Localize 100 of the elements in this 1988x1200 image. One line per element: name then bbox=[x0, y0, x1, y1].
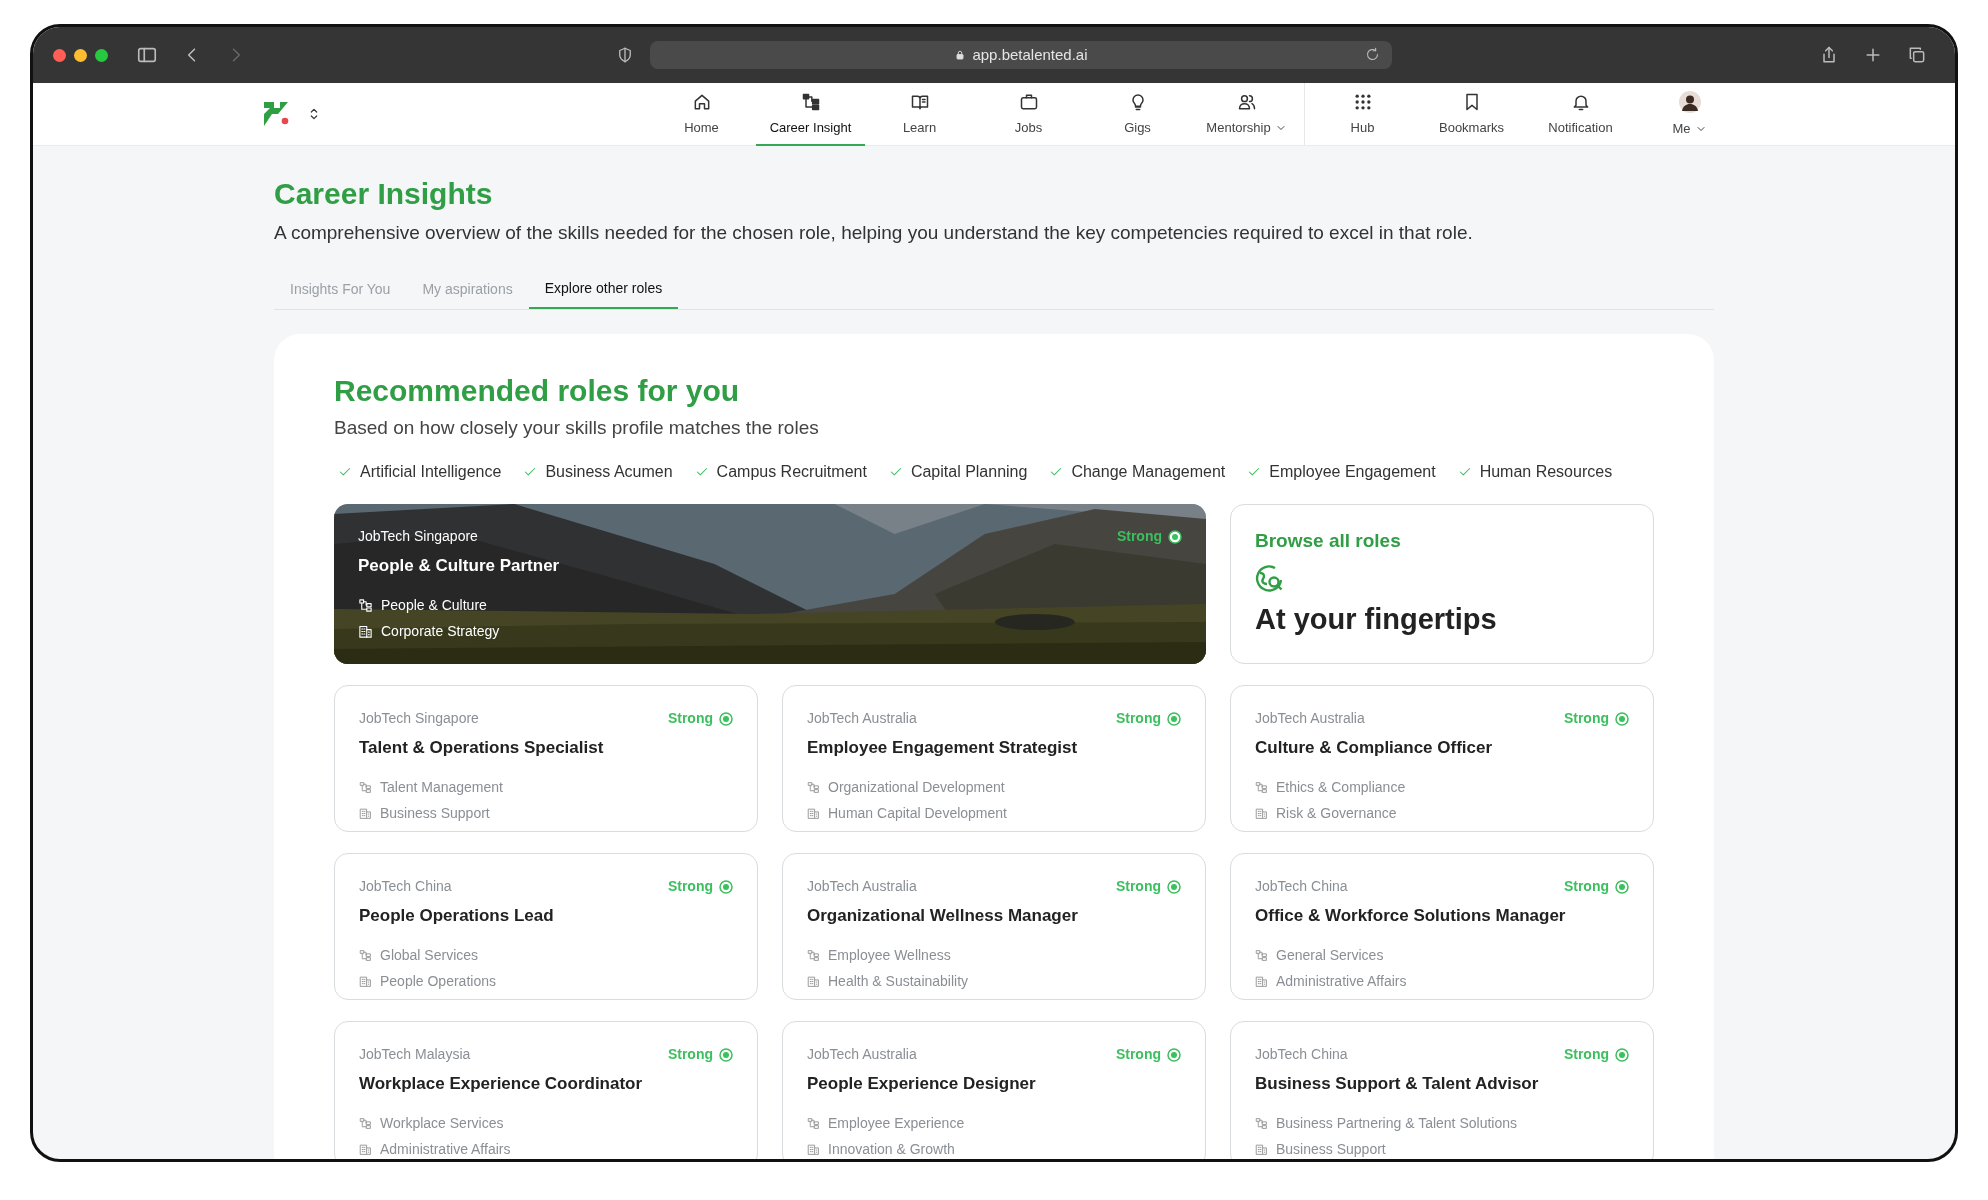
logo-icon bbox=[264, 102, 290, 126]
building-icon bbox=[359, 974, 372, 988]
role-card[interactable]: JobTech China Strong Business Support & Talent Advisor Business Partnering & Talent Solutions Business Support bbox=[1230, 1021, 1654, 1159]
skill-label: Campus Recruitment bbox=[716, 462, 867, 482]
role-category: Organizational Development bbox=[828, 777, 1005, 797]
avatar-icon bbox=[1678, 90, 1701, 113]
company-name: JobTech Australia bbox=[807, 1045, 917, 1064]
check-icon bbox=[1247, 465, 1262, 479]
radio-dot-icon bbox=[1167, 879, 1181, 894]
radio-dot-icon bbox=[1615, 711, 1629, 726]
role-title: People Operations Lead bbox=[359, 905, 555, 927]
maximize-window-button[interactable] bbox=[95, 48, 108, 62]
match-strength: Strong bbox=[667, 1045, 713, 1064]
role-category: Workplace Services bbox=[380, 1113, 504, 1133]
radio-dot-icon bbox=[1167, 711, 1181, 726]
role-category: Ethics & Compliance bbox=[1276, 777, 1406, 797]
role-card[interactable]: JobTech Australia Strong Organizational Wellness Manager Employee Wellness Health & Sustainability bbox=[782, 853, 1206, 1000]
nav-tab[interactable]: Me bbox=[1635, 83, 1744, 146]
company-name: JobTech China bbox=[1255, 1045, 1348, 1064]
role-category: General Services bbox=[1276, 945, 1384, 965]
role-card[interactable]: JobTech Singapore Strong Talent & Operations Specialist Talent Management Business Support bbox=[334, 685, 758, 832]
building-icon bbox=[1255, 1142, 1268, 1156]
minimize-window-button[interactable] bbox=[74, 48, 87, 62]
match-strength: Strong bbox=[1115, 709, 1161, 728]
role-card[interactable]: JobTech China Strong People Operations Lead Global Services People Operations bbox=[334, 853, 758, 1000]
role-card[interactable]: JobTech Australia Strong Employee Engagement Strategist Organizational Development Human Capital Development bbox=[782, 685, 1206, 832]
building-icon bbox=[1255, 974, 1268, 988]
company-name: JobTech Malaysia bbox=[359, 1045, 471, 1064]
building-icon bbox=[358, 623, 373, 639]
role-card[interactable]: JobTech Australia Strong People Experience Designer Employee Experience Innovation & Growth bbox=[782, 1021, 1206, 1159]
match-strength: Strong bbox=[1116, 527, 1162, 546]
radio-dot-icon bbox=[1167, 1047, 1181, 1062]
section-subtitle: Based on how closely your skills profile matches the roles bbox=[334, 415, 820, 440]
building-icon bbox=[807, 974, 820, 988]
close-window-button[interactable] bbox=[53, 48, 66, 62]
reload-icon bbox=[1365, 47, 1380, 62]
role-category: Business Partnering & Talent Solutions bbox=[1276, 1113, 1517, 1133]
role-title: Workplace Experience Coordinator bbox=[359, 1073, 644, 1095]
role-title: Organizational Wellness Manager bbox=[807, 905, 1079, 927]
building-icon bbox=[359, 1142, 372, 1156]
radio-dot-icon bbox=[1615, 1047, 1629, 1062]
match-strength: Strong bbox=[1563, 1045, 1609, 1064]
role-department: Innovation & Growth bbox=[828, 1139, 955, 1159]
building-icon bbox=[359, 806, 372, 820]
role-title: Employee Engagement Strategist bbox=[807, 737, 1079, 759]
building-icon bbox=[807, 806, 820, 820]
role-department: Risk & Governance bbox=[1276, 803, 1397, 823]
page-subtitle: A comprehensive overview of the skills needed for the chosen role, helping you understand the key competencies required to excel in that role. bbox=[274, 220, 1474, 245]
nav-tab[interactable]: Career Insight bbox=[756, 83, 865, 146]
hierarchy-icon bbox=[807, 780, 820, 794]
section-title: Recommended roles for you bbox=[334, 373, 741, 409]
role-department: Administrative Affairs bbox=[380, 1139, 511, 1159]
featured-role-card[interactable]: JobTech Singapore Strong People & Culture Partner People & Culture Corporate Strategy bbox=[334, 504, 1206, 664]
hierarchy-icon bbox=[359, 1116, 372, 1130]
role-card[interactable]: JobTech China Strong Office & Workforce Solutions Manager General Services Administrative Affairs bbox=[1230, 853, 1654, 1000]
radio-dot-icon bbox=[719, 879, 733, 894]
tabs-overview-icon bbox=[1907, 45, 1927, 65]
building-icon bbox=[807, 1142, 820, 1156]
hierarchy-icon bbox=[1255, 780, 1268, 794]
check-icon bbox=[1457, 465, 1472, 479]
browse-title: Browse all roles bbox=[1255, 529, 1402, 553]
radio-dot-icon bbox=[719, 1047, 733, 1062]
nav-tab[interactable]: Jobs bbox=[974, 83, 1083, 146]
role-card[interactable]: JobTech Australia Strong Culture & Compliance Officer Ethics & Compliance Risk & Governance bbox=[1230, 685, 1654, 832]
role-department: People Operations bbox=[380, 971, 496, 991]
hierarchy-icon bbox=[1255, 1116, 1268, 1130]
check-icon bbox=[523, 465, 538, 479]
radio-dot-icon bbox=[1168, 529, 1182, 544]
role-department: Health & Sustainability bbox=[828, 971, 969, 991]
nav-tab[interactable]: Learn bbox=[865, 83, 974, 146]
role-card[interactable]: JobTech Malaysia Strong Workplace Experience Coordinator Workplace Services Administrative Affairs bbox=[334, 1021, 758, 1159]
nav-tab[interactable]: Gigs bbox=[1083, 83, 1192, 146]
role-title: Business Support & Talent Advisor bbox=[1255, 1073, 1540, 1095]
nav-tab[interactable]: Mentorship bbox=[1192, 83, 1301, 146]
check-icon bbox=[694, 465, 709, 479]
role-title: Culture & Compliance Officer bbox=[1255, 737, 1494, 759]
address-bar[interactable]: app.betalented.ai bbox=[650, 41, 1392, 69]
hierarchy-icon bbox=[359, 780, 372, 794]
building-icon bbox=[1255, 806, 1268, 820]
skill-label: Employee Engagement bbox=[1269, 462, 1436, 482]
role-department: Business Support bbox=[1276, 1139, 1386, 1159]
match-strength: Strong bbox=[1115, 877, 1161, 896]
radio-dot-icon bbox=[1615, 879, 1629, 894]
role-title: People Experience Designer bbox=[807, 1073, 1037, 1095]
search-globe-icon bbox=[1255, 563, 1285, 594]
company-name: JobTech Singapore bbox=[359, 709, 479, 728]
nav-tab[interactable]: Hub bbox=[1308, 83, 1417, 146]
nav-tab[interactable]: Bookmarks bbox=[1417, 83, 1526, 146]
browse-roles-card[interactable]: Browse all roles At your fingertips bbox=[1230, 504, 1654, 664]
nav-tab[interactable]: Notification bbox=[1526, 83, 1635, 146]
company-name: JobTech Singapore bbox=[358, 527, 478, 546]
skill-label: Capital Planning bbox=[910, 462, 1028, 482]
skill-label: Artificial Intelligence bbox=[360, 462, 502, 482]
tab[interactable]: Explore other roles bbox=[528, 269, 679, 309]
hierarchy-icon bbox=[807, 1116, 820, 1130]
radio-dot-icon bbox=[719, 711, 733, 726]
company-name: JobTech Australia bbox=[807, 877, 917, 896]
nav-tab[interactable]: Home bbox=[647, 83, 756, 146]
role-category: Employee Wellness bbox=[828, 945, 951, 965]
company-name: JobTech China bbox=[1255, 877, 1348, 896]
